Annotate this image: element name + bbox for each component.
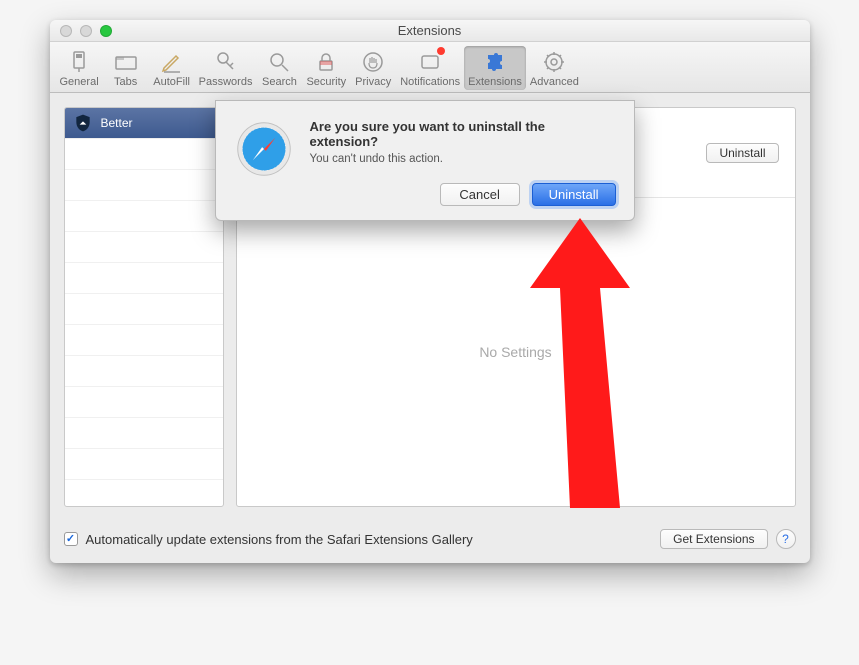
tab-extensions[interactable]: Extensions: [464, 46, 526, 90]
sidebar-item-label: Better: [101, 116, 133, 130]
empty-state-text: No Settings: [237, 198, 795, 506]
dialog-buttons: Cancel Uninstall: [310, 183, 616, 206]
help-button[interactable]: ?: [776, 529, 796, 549]
titlebar: Extensions: [50, 20, 810, 42]
tab-search[interactable]: Search: [256, 46, 302, 90]
auto-update-checkbox[interactable]: [64, 532, 78, 546]
footer-bar: Automatically update extensions from the…: [50, 521, 810, 563]
switch-icon: [65, 48, 93, 76]
tab-label: Privacy: [355, 76, 391, 88]
list-item: [65, 170, 223, 201]
list-item: [65, 325, 223, 356]
list-item: [65, 449, 223, 480]
uninstall-button[interactable]: Uninstall: [706, 143, 778, 163]
shield-icon: [73, 113, 93, 133]
dialog-body: Are you sure you want to uninstall the e…: [310, 119, 616, 206]
list-item: [65, 263, 223, 294]
sidebar-item-better[interactable]: Better: [65, 108, 223, 139]
search-icon: [265, 48, 293, 76]
list-item: [65, 387, 223, 418]
tab-advanced[interactable]: Advanced: [526, 46, 583, 90]
list-item: [65, 201, 223, 232]
tab-label: Notifications: [400, 76, 460, 88]
tab-label: Security: [306, 76, 346, 88]
badge-icon: [437, 47, 445, 55]
cancel-button[interactable]: Cancel: [440, 183, 520, 206]
puzzle-icon: [481, 48, 509, 76]
tab-privacy[interactable]: Privacy: [350, 46, 396, 90]
list-item: [65, 418, 223, 449]
list-item: [65, 356, 223, 387]
list-item: [65, 139, 223, 170]
get-extensions-button[interactable]: Get Extensions: [660, 529, 767, 549]
dialog-title: Are you sure you want to uninstall the e…: [310, 119, 616, 149]
tab-label: Extensions: [468, 76, 522, 88]
tab-label: Passwords: [199, 76, 253, 88]
tab-security[interactable]: Security: [302, 46, 350, 90]
notification-icon: [416, 48, 444, 76]
gear-icon: [540, 48, 568, 76]
tab-tabs[interactable]: Tabs: [103, 46, 149, 90]
tab-label: Search: [262, 76, 297, 88]
preferences-toolbar: General Tabs AutoFill Passwords Search: [50, 42, 810, 93]
confirm-uninstall-button[interactable]: Uninstall: [532, 183, 616, 206]
tab-autofill[interactable]: AutoFill: [149, 46, 195, 90]
safari-icon: [234, 119, 294, 179]
list-item: [65, 294, 223, 325]
tab-label: Tabs: [114, 76, 137, 88]
extensions-sidebar: Better: [64, 107, 224, 507]
tab-notifications[interactable]: Notifications: [396, 46, 464, 90]
pencil-icon: [158, 48, 186, 76]
key-icon: [212, 48, 240, 76]
dialog-message: You can't undo this action.: [310, 153, 616, 165]
lock-icon: [312, 48, 340, 76]
tab-label: General: [60, 76, 99, 88]
tabs-icon: [112, 48, 140, 76]
tab-general[interactable]: General: [56, 46, 103, 90]
tab-label: Advanced: [530, 76, 579, 88]
confirm-uninstall-dialog: Are you sure you want to uninstall the e…: [215, 100, 635, 221]
tab-passwords[interactable]: Passwords: [195, 46, 257, 90]
list-item: [65, 232, 223, 263]
auto-update-label: Automatically update extensions from the…: [86, 532, 473, 547]
preferences-window: Extensions General Tabs AutoFill Passwor…: [50, 20, 810, 563]
tab-label: AutoFill: [153, 76, 190, 88]
hand-icon: [359, 48, 387, 76]
window-title: Extensions: [50, 23, 810, 38]
